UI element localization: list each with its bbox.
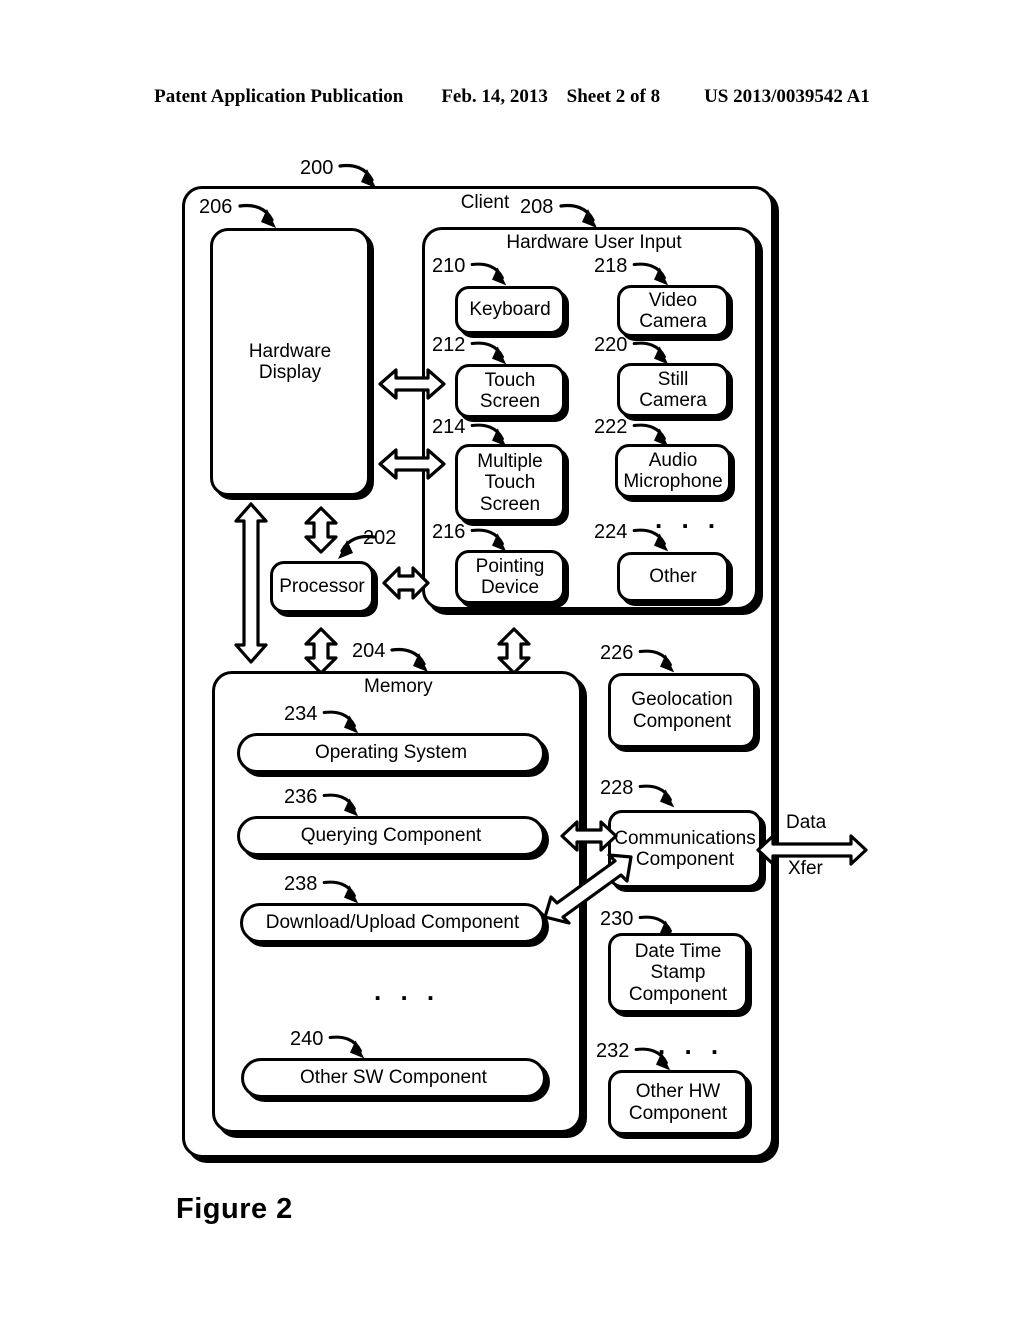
- video-camera-label-line2: Camera: [639, 311, 707, 332]
- geolocation-component-label-line1: Geolocation: [631, 689, 733, 711]
- download-upload-component-label: Download/Upload Component: [265, 912, 520, 934]
- other-sw-component-box: Other SW Component: [241, 1058, 546, 1098]
- ref-234: 234: [284, 703, 318, 725]
- ref-230: 230: [600, 908, 634, 930]
- keyboard-label: Keyboard: [469, 299, 551, 321]
- arrow-data-transfer: [756, 834, 868, 866]
- ref-224: 224: [594, 521, 628, 543]
- ref-222: 222: [594, 416, 628, 438]
- still-camera-box: Still Camera: [617, 363, 729, 417]
- date-time-stamp-label-line3: Component: [628, 983, 728, 1005]
- publication-type-label: Patent Application Publication: [154, 86, 404, 107]
- date-sheet-group: Feb. 14, 2013 Sheet 2 of 8: [441, 86, 660, 108]
- publication-header: Patent Application Publication Feb. 14, …: [0, 86, 1024, 108]
- pointing-device-label-line1: Pointing: [475, 555, 545, 577]
- other-sw-component-label: Other SW Component: [300, 1067, 487, 1089]
- multiple-touch-screen-label-line3: Screen: [479, 493, 541, 515]
- ref-218: 218: [594, 255, 628, 277]
- geolocation-component-box: Geolocation Component: [608, 673, 756, 748]
- date-time-stamp-label-line1: Date Time: [634, 941, 722, 963]
- ref-212: 212: [432, 334, 466, 356]
- other-input-label: Other: [649, 566, 697, 588]
- arrow-display-to-memory: [234, 502, 268, 664]
- other-input-box: Other: [617, 552, 729, 602]
- other-hw-component-box: Other HW Component: [608, 1070, 748, 1135]
- querying-component-label: Querying Component: [300, 825, 482, 847]
- date-time-stamp-label-line2: Stamp: [650, 962, 706, 984]
- ref-216: 216: [432, 521, 466, 543]
- ref-220: 220: [594, 334, 628, 356]
- ref-236: 236: [284, 786, 318, 808]
- pointing-device-label-line2: Device: [480, 577, 540, 598]
- processor-box: Processor: [270, 561, 374, 613]
- communications-component-label-line1: Communications: [614, 827, 756, 849]
- still-camera-label-line1: Still: [657, 368, 689, 390]
- other-hw-component-label-line1: Other HW: [635, 1081, 721, 1103]
- touch-screen-box: Touch Screen: [455, 364, 565, 418]
- ref-228: 228: [600, 777, 634, 799]
- operating-system-box: Operating System: [237, 733, 545, 773]
- processor-label: Processor: [279, 576, 365, 598]
- ref-226: 226: [600, 642, 634, 664]
- ref-206: 206: [199, 196, 233, 218]
- keyboard-box: Keyboard: [455, 286, 565, 334]
- sheet-number: Sheet 2 of 8: [566, 86, 661, 107]
- ref-200: 200: [300, 157, 334, 179]
- date-time-stamp-component-box: Date Time Stamp Component: [608, 933, 748, 1013]
- geolocation-component-label-line2: Component: [632, 710, 732, 732]
- arrow-input-to-memory: [497, 627, 531, 675]
- arrow-display-to-multitouchscreen: [378, 448, 446, 480]
- figure-caption: Figure 2: [176, 1193, 293, 1225]
- arrow-memory-to-communications: [560, 820, 618, 852]
- multiple-touch-screen-label-line1: Multiple: [477, 451, 543, 473]
- hardware-user-input-title: Hardware User Input: [506, 232, 682, 253]
- ref-210: 210: [432, 255, 466, 277]
- touch-screen-label-line2: Screen: [479, 391, 541, 412]
- operating-system-label: Operating System: [314, 742, 468, 764]
- memory-title-label: Memory: [364, 676, 433, 697]
- hardware-display-box: Hardware Display: [210, 228, 370, 496]
- arrow-processor-to-input: [382, 566, 430, 600]
- ref-208: 208: [520, 196, 554, 218]
- video-camera-label-line1: Video: [648, 289, 698, 311]
- multiple-touch-screen-label-line2: Touch: [484, 472, 536, 494]
- still-camera-label-line2: Camera: [639, 390, 707, 411]
- audio-microphone-box: Audio Microphone: [615, 444, 731, 498]
- arrow-processor-to-memory: [304, 627, 338, 675]
- leader-line-228: [638, 784, 675, 808]
- arrow-processor-up: [304, 506, 338, 554]
- ref-240: 240: [290, 1028, 324, 1050]
- hardware-display-label-line1: Hardware: [248, 340, 332, 362]
- data-label: Data: [786, 812, 827, 833]
- audio-microphone-label-line2: Microphone: [623, 471, 723, 492]
- hardware-display-label-line2: Display: [258, 362, 322, 383]
- memory-ellipsis: . . .: [374, 976, 441, 1006]
- video-camera-box: Video Camera: [617, 285, 729, 337]
- ref-214: 214: [432, 416, 466, 438]
- ref-238: 238: [284, 873, 318, 895]
- ref-232: 232: [596, 1040, 630, 1062]
- touch-screen-label-line1: Touch: [484, 369, 536, 391]
- patent-number: US 2013/0039542 A1: [704, 86, 870, 107]
- arrow-display-to-touchscreen: [378, 368, 446, 400]
- audio-microphone-label-line1: Audio: [648, 449, 698, 471]
- publication-date: Feb. 14, 2013: [441, 86, 548, 107]
- client-title-label: Client: [460, 192, 510, 213]
- ref-204: 204: [352, 640, 386, 662]
- pointing-device-box: Pointing Device: [455, 550, 565, 604]
- communications-component-label-line2: Component: [635, 849, 735, 870]
- multiple-touch-screen-box: Multiple Touch Screen: [455, 444, 565, 522]
- download-upload-component-box: Download/Upload Component: [240, 903, 545, 943]
- other-hw-component-label-line2: Component: [628, 1102, 728, 1124]
- querying-component-box: Querying Component: [237, 816, 545, 856]
